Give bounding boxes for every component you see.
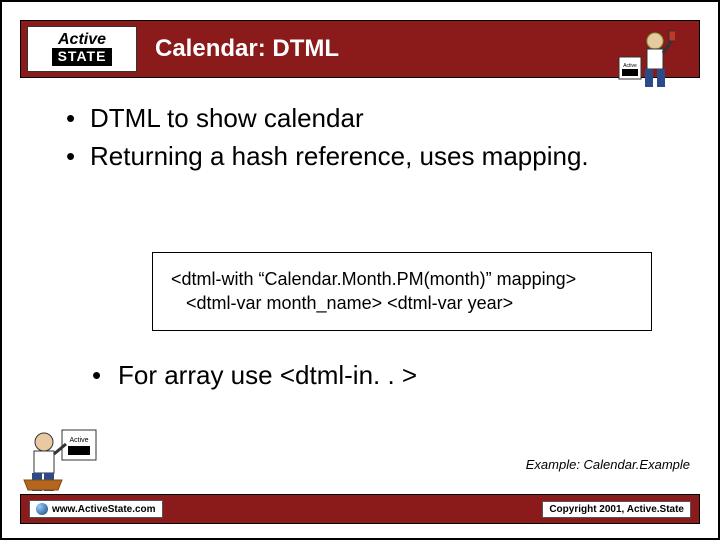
code-box: <dtml-with “Calendar.Month.PM(month)” ma… xyxy=(152,252,652,331)
bullet-item: Returning a hash reference, uses mapping… xyxy=(62,140,668,174)
example-note: Example: Calendar.Example xyxy=(526,457,690,472)
logo-bottom-text: STATE xyxy=(52,48,113,65)
globe-icon xyxy=(36,503,48,515)
svg-text:Active: Active xyxy=(69,437,88,444)
code-line: <dtml-with “Calendar.Month.PM(month)” ma… xyxy=(171,267,633,291)
copyright: Copyright 2001, Active.State xyxy=(542,501,691,518)
slide-title: Calendar: DTML xyxy=(155,35,339,63)
sub-bullet-text: For array use <dtml-in. . > xyxy=(118,360,417,390)
footer-band: www.ActiveState.com Copyright 2001, Acti… xyxy=(20,494,700,524)
slide: Active STATE Calendar: DTML Active DTML … xyxy=(0,0,720,540)
svg-text:Active: Active xyxy=(623,63,637,69)
logo: Active STATE xyxy=(27,26,137,72)
mascot-icon: Active xyxy=(615,27,675,93)
mascot-small-icon: Active xyxy=(22,422,106,494)
sub-bullet: •For array use <dtml-in. . > xyxy=(92,360,417,391)
footer-url-text: www.ActiveState.com xyxy=(52,504,156,515)
logo-top-text: Active xyxy=(58,32,106,48)
header-band: Active STATE Calendar: DTML Active xyxy=(20,20,700,78)
bullet-list: DTML to show calendar Returning a hash r… xyxy=(62,102,668,178)
bullet-item: DTML to show calendar xyxy=(62,102,668,136)
bullet-dot-icon: • xyxy=(92,360,118,391)
code-line: <dtml-var month_name> <dtml-var year> xyxy=(171,291,633,315)
footer-url: www.ActiveState.com xyxy=(29,500,163,518)
